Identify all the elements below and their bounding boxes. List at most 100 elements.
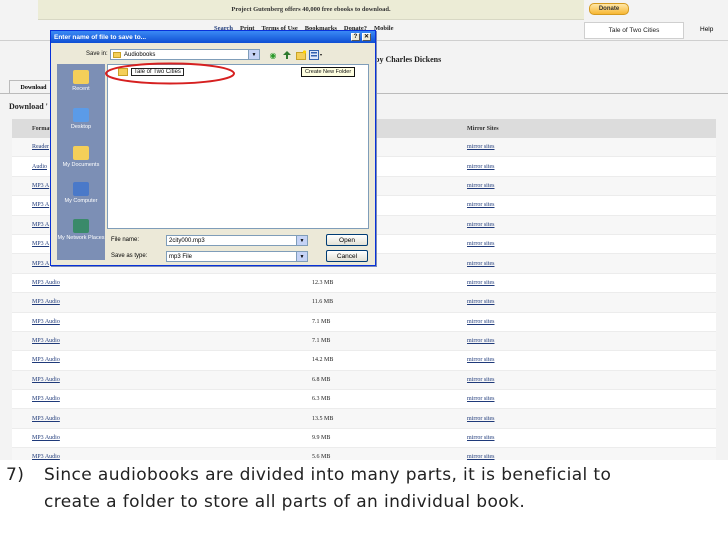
table-row: MP3 Audio 6.3 MB mirror sites xyxy=(12,390,716,410)
back-icon[interactable]: ◉ xyxy=(267,49,279,61)
file-size: 12.3 MB xyxy=(312,279,334,286)
mirror-sites-link[interactable]: mirror sites xyxy=(467,390,495,408)
format-link[interactable]: MP3 A xyxy=(32,196,49,214)
dialog-title: Enter name of file to save to... xyxy=(54,33,147,41)
table-row: MP3 Audio 9.9 MB mirror sites xyxy=(12,428,716,449)
place-label: Recent xyxy=(72,86,90,92)
file-size: 7.1 MB xyxy=(312,338,331,345)
format-link[interactable]: MP3 Audio xyxy=(32,409,60,427)
documents-folder-icon xyxy=(73,146,89,160)
file-size: 6.3 MB xyxy=(312,396,331,403)
places-bar: Recent Desktop My Documents My Computer … xyxy=(57,64,105,260)
file-name-field[interactable]: 2city000.mp3 ▼ xyxy=(166,235,308,246)
donate-button[interactable]: Donate xyxy=(589,3,629,15)
chevron-down-icon[interactable]: ▼ xyxy=(296,236,307,245)
table-row: MP3 Audio 13.5 MB mirror sites xyxy=(12,409,716,429)
table-row: MP3 Audio 14.2 MB mirror sites xyxy=(12,351,716,371)
open-button[interactable]: Open xyxy=(326,234,368,246)
mirror-sites-link[interactable]: mirror sites xyxy=(467,157,495,175)
close-icon[interactable]: ✕ xyxy=(362,33,371,41)
mirror-sites-link[interactable]: mirror sites xyxy=(467,216,495,234)
save-in-label: Save in: xyxy=(86,51,108,57)
mirror-sites-link[interactable]: mirror sites xyxy=(467,351,495,369)
site-banner: Project Gutenberg offers 40,000 free ebo… xyxy=(38,0,584,20)
format-link[interactable]: Reader xyxy=(32,138,49,156)
save-as-type-dropdown[interactable]: mp3 File ▼ xyxy=(166,251,308,262)
place-label: Desktop xyxy=(70,124,92,130)
mirror-column-header: Mirror Sites xyxy=(467,125,499,132)
format-link[interactable]: MP3 Audio xyxy=(32,390,60,408)
format-link[interactable]: Audio xyxy=(32,157,47,175)
mirror-sites-link[interactable]: mirror sites xyxy=(467,254,495,272)
file-size: 14.2 MB xyxy=(312,357,334,364)
mirror-sites-link[interactable]: mirror sites xyxy=(467,177,495,195)
caption-text: Since audiobooks are divided into many p… xyxy=(44,465,612,512)
table-row: MP3 Audio 12.3 MB mirror sites xyxy=(12,273,716,294)
mirror-sites-link[interactable]: mirror sites xyxy=(467,371,495,389)
file-name-value: 2city000.mp3 xyxy=(169,237,205,244)
format-link[interactable]: MP3 A xyxy=(32,235,49,253)
folder-icon xyxy=(113,51,121,58)
format-link[interactable]: MP3 Audio xyxy=(32,448,60,460)
mirror-sites-link[interactable]: mirror sites xyxy=(467,332,495,350)
up-folder-icon[interactable] xyxy=(281,49,293,61)
table-row: MP3 Audio 7.1 MB mirror sites xyxy=(12,312,716,332)
book-search-input[interactable]: Tale of Two Cities xyxy=(584,22,684,39)
nav-mobile-link[interactable]: Mobile xyxy=(374,25,394,32)
format-link[interactable]: MP3 A xyxy=(32,177,49,195)
format-link[interactable]: MP3 Audio xyxy=(32,293,60,311)
file-size: 9.9 MB xyxy=(312,435,331,442)
place-label: My Documents xyxy=(62,162,100,168)
mirror-sites-link[interactable]: mirror sites xyxy=(467,274,495,292)
place-my-computer[interactable]: My Computer xyxy=(57,182,105,204)
mirror-sites-link[interactable]: mirror sites xyxy=(467,235,495,253)
cancel-button[interactable]: Cancel xyxy=(326,250,368,262)
place-my-network[interactable]: My Network Places xyxy=(57,219,105,241)
save-in-value: Audiobooks xyxy=(124,51,156,58)
place-recent[interactable]: Recent xyxy=(57,70,105,92)
format-link[interactable]: MP3 Audio xyxy=(32,274,60,292)
mirror-sites-link[interactable]: mirror sites xyxy=(467,448,495,460)
format-link[interactable]: MP3 Audio xyxy=(32,332,60,350)
chevron-down-icon[interactable]: ▼ xyxy=(248,50,259,59)
help-icon[interactable]: ? xyxy=(351,33,360,41)
place-desktop[interactable]: Desktop xyxy=(57,108,105,130)
chevron-down-icon[interactable]: ▼ xyxy=(296,252,307,261)
mirror-sites-link[interactable]: mirror sites xyxy=(467,293,495,311)
new-folder-tooltip: Create New Folder xyxy=(301,67,356,77)
format-column-header: Format xyxy=(32,125,52,132)
file-size: 6.8 MB xyxy=(312,376,331,383)
mirror-sites-link[interactable]: mirror sites xyxy=(467,196,495,214)
save-in-dropdown[interactable]: Audiobooks ▼ xyxy=(110,49,260,60)
format-link[interactable]: MP3 Audio xyxy=(32,429,60,447)
place-label: My Network Places xyxy=(57,235,105,241)
desktop-icon xyxy=(73,108,89,122)
recent-icon xyxy=(73,70,89,84)
help-link[interactable]: Help xyxy=(700,22,713,37)
mirror-sites-link[interactable]: mirror sites xyxy=(467,409,495,427)
save-file-dialog: Enter name of file to save to... ? ✕ Sav… xyxy=(50,30,376,266)
format-link[interactable]: MP3 A xyxy=(32,216,49,234)
file-size: 5.6 MB xyxy=(312,454,331,460)
new-folder-icon[interactable] xyxy=(295,49,307,61)
format-link[interactable]: MP3 Audio xyxy=(32,371,60,389)
mirror-sites-link[interactable]: mirror sites xyxy=(467,313,495,331)
place-label: My Computer xyxy=(64,198,98,204)
view-menu-icon[interactable] xyxy=(309,49,323,61)
step-number: 7) xyxy=(6,465,25,485)
file-name-label: File name: xyxy=(111,237,140,243)
table-row: MP3 Audio 6.8 MB mirror sites xyxy=(12,370,716,391)
save-as-type-label: Save as type: xyxy=(111,253,148,259)
book-title: by Charles Dickens xyxy=(375,55,442,64)
format-link[interactable]: MP3 A xyxy=(32,254,49,272)
table-row: MP3 Audio 5.6 MB mirror sites xyxy=(12,448,716,460)
place-my-documents[interactable]: My Documents xyxy=(57,146,105,168)
mirror-sites-link[interactable]: mirror sites xyxy=(467,429,495,447)
file-list[interactable]: Tale of Two Cities xyxy=(107,64,369,229)
table-row: MP3 Audio 7.1 MB mirror sites xyxy=(12,331,716,352)
format-link[interactable]: MP3 Audio xyxy=(32,313,60,331)
file-size: 7.1 MB xyxy=(312,318,331,325)
mirror-sites-link[interactable]: mirror sites xyxy=(467,138,495,156)
file-size: 11.6 MB xyxy=(312,299,334,306)
format-link[interactable]: MP3 Audio xyxy=(32,351,60,369)
